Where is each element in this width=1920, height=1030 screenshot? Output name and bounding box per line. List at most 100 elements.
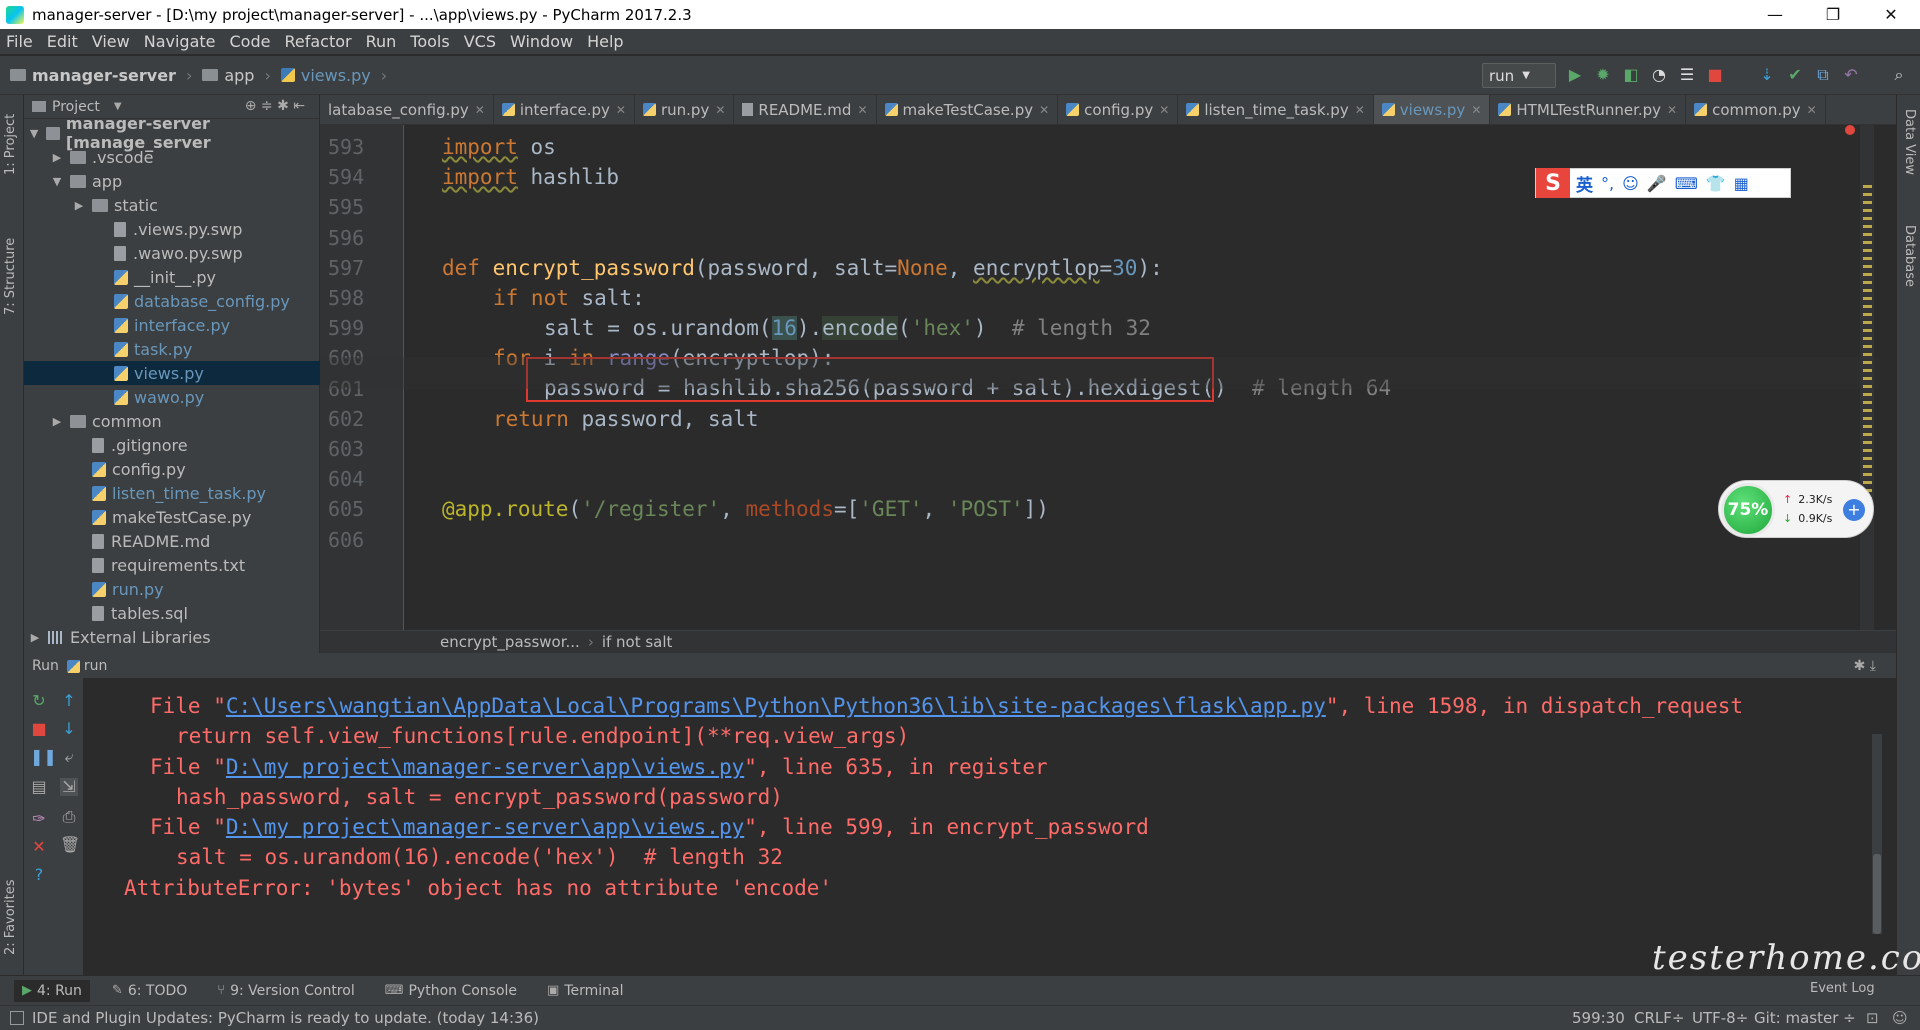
menu-view[interactable]: View — [92, 32, 130, 51]
tree-item[interactable]: ▶ External Libraries — [24, 625, 320, 649]
editor-tab[interactable]: makeTestCase.py ✕ — [877, 95, 1059, 124]
arrow-up-icon[interactable]: ↑ — [60, 692, 78, 710]
coverage-icon[interactable]: ◧ — [1622, 66, 1640, 84]
close-tab-icon[interactable]: ✕ — [857, 103, 867, 117]
code-editor[interactable]: 593 594 595 596 597 598 599 600 601 602 603 604 605 6… — [320, 125, 1896, 630]
file-encoding[interactable]: UTF-8÷ — [1692, 1009, 1748, 1027]
menu-code[interactable]: Code — [230, 32, 271, 51]
editor-tab[interactable]: interface.py ✕ — [494, 95, 635, 124]
soft-wrap-icon[interactable]: ⤶ — [60, 748, 78, 766]
tree-item[interactable]: README.md — [24, 529, 320, 553]
menu-vcs[interactable]: VCS — [464, 32, 496, 51]
editor-tab[interactable]: listen_time_task.py ✕ — [1178, 95, 1374, 124]
print-icon[interactable]: ⎙ — [60, 808, 78, 826]
gear-icon[interactable]: ✱ ⤓ — [1854, 658, 1876, 674]
caret-position[interactable]: 599:30 — [1572, 1009, 1625, 1027]
close-tab-icon[interactable]: ✕ — [1039, 103, 1049, 117]
git-branch[interactable]: Git: master ÷ — [1754, 1009, 1856, 1027]
debug-icon[interactable]: ✹ — [1594, 66, 1612, 84]
menu-edit[interactable]: Edit — [47, 32, 78, 51]
editor-tab[interactable]: README.md ✕ — [734, 95, 877, 124]
vcs-revert-icon[interactable]: ↶ — [1842, 66, 1860, 84]
bottom-tool-tab[interactable]: ▶ 4: Run — [14, 979, 90, 1002]
favorites-tool-button[interactable]: 2: Favorites — [3, 879, 18, 955]
run-config-select[interactable]: run ▼ — [1482, 63, 1556, 88]
memory-usage-ball[interactable]: 75% — [1721, 483, 1775, 537]
tree-item[interactable]: ▶ common — [24, 409, 320, 433]
editor-tab[interactable]: run.py ✕ — [635, 95, 735, 124]
punctuation-icon[interactable]: °, — [1601, 174, 1614, 193]
emoji-icon[interactable]: ☺ — [1622, 174, 1639, 193]
sogou-logo-icon[interactable]: S — [1536, 168, 1570, 198]
tree-item[interactable]: tables.sql — [24, 601, 320, 625]
close-tab-icon[interactable]: ✕ — [1807, 103, 1817, 117]
arrow-down-icon[interactable]: ↓ — [60, 720, 78, 738]
chevron-down-icon[interactable]: ▼ — [114, 101, 122, 112]
maximize-button[interactable]: ❐ — [1804, 0, 1862, 29]
vcs-update-icon[interactable]: ⇣ — [1758, 66, 1776, 84]
vcs-compare-icon[interactable]: ⧉ — [1814, 66, 1832, 84]
tree-item[interactable]: makeTestCase.py — [24, 505, 320, 529]
tree-item[interactable]: .wawo.py.swp — [24, 241, 320, 265]
chevron-right-icon[interactable]: ▶ — [72, 199, 86, 212]
restore-layout-icon[interactable]: ▤ — [30, 778, 48, 796]
chevron-down-icon[interactable]: ▼ — [50, 175, 64, 188]
tree-item[interactable]: wawo.py — [24, 385, 320, 409]
breadcrumb-function[interactable]: encrypt_passwor... — [440, 633, 580, 651]
bottom-tool-tab[interactable]: ✎ 6: TODO — [104, 980, 195, 1002]
close-tab-icon[interactable]: ✕ — [1159, 103, 1169, 117]
tree-item[interactable]: .views.py.swp — [24, 217, 320, 241]
person-icon[interactable]: ☺ — [1892, 1009, 1908, 1027]
toolbox-icon[interactable]: ▦ — [1734, 174, 1749, 193]
menu-navigate[interactable]: Navigate — [144, 32, 216, 51]
stop-icon[interactable]: ■ — [30, 720, 48, 738]
close-tab-icon[interactable]: ✕ — [616, 103, 626, 117]
minimize-button[interactable]: — — [1746, 0, 1804, 29]
chevron-right-icon[interactable]: ▶ — [50, 415, 64, 428]
tree-item[interactable]: task.py — [24, 337, 320, 361]
ime-language-toggle[interactable]: 英 — [1576, 171, 1593, 196]
bottom-tool-tab[interactable]: ⑂ 9: Version Control — [209, 980, 362, 1002]
network-speed-widget[interactable]: 75% ↑ 2.3K/s ↓ 0.9K/s + — [1718, 480, 1874, 538]
traceback-link[interactable]: C:\Users\wangtian\AppData\Local\Programs… — [226, 694, 1326, 718]
tree-item[interactable]: views.py — [24, 361, 320, 385]
menu-run[interactable]: Run — [366, 32, 397, 51]
tree-item[interactable]: database_config.py — [24, 289, 320, 313]
menu-help[interactable]: Help — [587, 32, 623, 51]
editor-tab[interactable]: latabase_config.py ✕ — [320, 95, 494, 124]
close-button[interactable]: ✕ — [1862, 0, 1920, 29]
menu-refactor[interactable]: Refactor — [284, 32, 351, 51]
scroll-to-end-icon[interactable]: ⇲ — [60, 778, 78, 796]
project-panel-title[interactable]: Project — [52, 99, 100, 115]
close-icon[interactable]: ✕ — [30, 838, 48, 856]
run-icon[interactable]: ▶ — [1566, 66, 1584, 84]
close-tab-icon[interactable]: ✕ — [1667, 103, 1677, 117]
line-separator[interactable]: CRLF÷ — [1634, 1009, 1684, 1027]
crumb-project[interactable]: manager-server › — [10, 66, 192, 85]
tree-item[interactable]: requirements.txt — [24, 553, 320, 577]
pause-icon[interactable]: ❚❚ — [30, 748, 57, 766]
data-view-tool-button[interactable]: Data View — [1902, 109, 1917, 175]
crumb-app[interactable]: app › — [202, 66, 271, 85]
editor-tab[interactable]: common.py ✕ — [1686, 95, 1826, 124]
tree-item[interactable]: ▶ static — [24, 193, 320, 217]
database-tool-button[interactable]: Database — [1902, 225, 1917, 287]
status-toggle-icon[interactable] — [10, 1011, 24, 1025]
close-tab-icon[interactable]: ✕ — [1471, 103, 1481, 117]
chevron-right-icon[interactable]: ▶ — [50, 151, 64, 164]
structure-tool-button[interactable]: 7: Structure — [3, 238, 18, 315]
bottom-tool-tab[interactable]: ⌨ Python Console — [377, 980, 525, 1002]
gear-icon[interactable]: ⊕ ≑ ✱ ⇤ — [245, 98, 305, 114]
traceback-link[interactable]: D:\my project\manager-server\app\views.p… — [226, 755, 744, 779]
bottom-tool-tab[interactable]: ▣ Terminal — [539, 980, 631, 1002]
stop-icon[interactable]: ■ — [1706, 66, 1724, 84]
crumb-file[interactable]: views.py › — [280, 66, 387, 85]
breadcrumb-block[interactable]: if not salt — [602, 633, 673, 651]
menu-tools[interactable]: Tools — [410, 32, 449, 51]
skin-icon[interactable]: 👕 — [1706, 174, 1726, 193]
run-config-tab[interactable]: run — [84, 658, 108, 674]
lock-icon[interactable]: ⊡ — [1866, 1009, 1879, 1027]
tree-item[interactable]: __init__.py — [24, 265, 320, 289]
project-tool-button[interactable]: 1: Project — [3, 114, 18, 175]
tree-item[interactable]: run.py — [24, 577, 320, 601]
